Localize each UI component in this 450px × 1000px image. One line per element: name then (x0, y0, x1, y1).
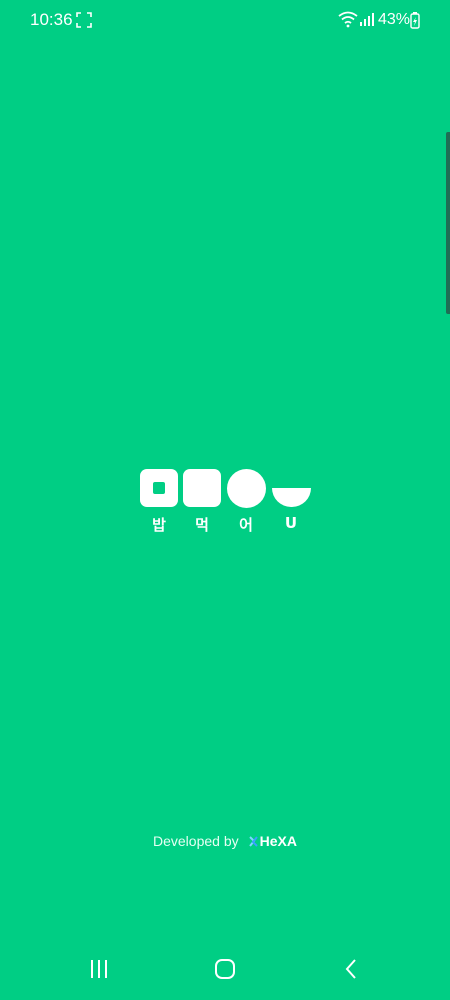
logo-char-1: 밥 (152, 516, 166, 534)
status-bar: 10:36 43% (0, 0, 450, 40)
status-time: 10:36 (30, 10, 73, 29)
developer-credit: Developed by HeXA (0, 833, 450, 849)
signal-icon (360, 13, 374, 26)
logo-char-3: 어 (239, 516, 253, 534)
logo-char-2: 먹 (195, 516, 209, 534)
logo-char-4: U (284, 514, 298, 532)
hexa-logo-icon (248, 836, 258, 847)
logo-square-shape (183, 469, 221, 507)
screenshot-icon (76, 12, 92, 28)
developed-by-label: Developed by (153, 833, 239, 849)
back-icon[interactable] (343, 958, 359, 980)
home-icon[interactable] (214, 958, 236, 980)
battery-percentage: 43% (378, 11, 411, 28)
wifi-icon (338, 11, 358, 28)
navigation-bar (0, 940, 450, 1000)
logo-shapes (138, 466, 313, 508)
brand-name: HeXA (259, 833, 297, 849)
logo-square-hole-shape (140, 469, 178, 507)
logo-circle-shape (227, 469, 266, 508)
recents-icon[interactable] (89, 958, 109, 980)
app-logo: 밥 먹 어 U (138, 466, 313, 538)
battery-charging-icon (410, 12, 420, 29)
scroll-indicator (446, 132, 450, 314)
logo-bowl-shape (272, 488, 311, 507)
